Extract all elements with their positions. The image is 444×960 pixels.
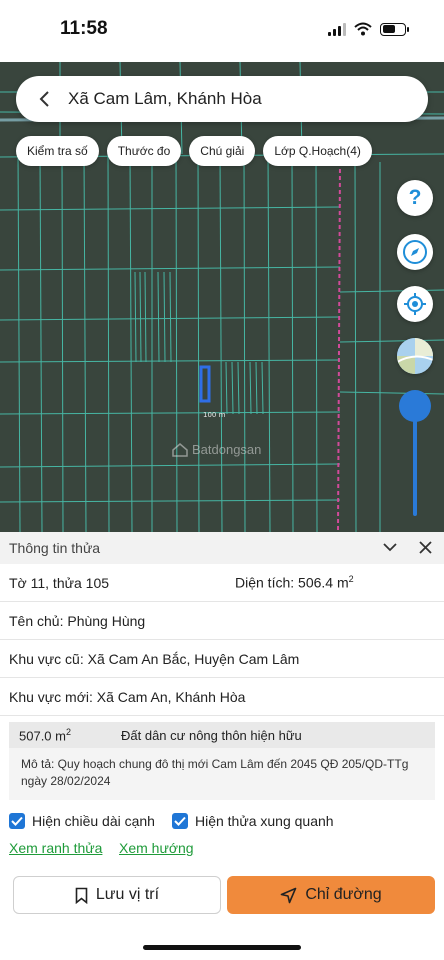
question-icon: ? [408, 186, 422, 209]
status-bar: 11:58 [0, 0, 444, 62]
parcel-map: 100 m [0, 62, 444, 532]
map-view[interactable]: 100 m [0, 62, 444, 532]
chip-legend[interactable]: Chú giải [189, 136, 256, 166]
check-icon [11, 816, 23, 826]
save-location-label: Lưu vị trí [95, 886, 160, 903]
help-button[interactable]: ? [397, 180, 433, 216]
zone-header: 507.0 m2 Đất dân cư nông thôn hiện hữu [9, 722, 435, 748]
sheet-parcel: Tờ 11, thửa 105 [9, 574, 110, 591]
map-watermark: Batdongsan [172, 442, 261, 457]
parcel-area: Diện tích: 506.4 m2 [235, 574, 354, 591]
new-area-row: Khu vực mới: Xã Cam An, Khánh Hòa [0, 678, 444, 716]
chip-ruler[interactable]: Thước đo [106, 136, 182, 166]
battery-icon [380, 22, 409, 36]
owner-name: Tên chủ: Phùng Hùng [9, 612, 146, 629]
zone-description: Mô tả: Quy hoạch chung đô thị mới Cam Lâ… [21, 757, 409, 788]
save-location-button[interactable]: Lưu vị trí [13, 876, 221, 914]
map-tool-chips: Kiểm tra số Thước đo Chú giải Lớp Q.Hoạc… [16, 136, 372, 166]
watermark-text: Batdongsan [192, 442, 262, 457]
wifi-icon [354, 22, 372, 36]
zone-type: Đất dân cư nông thôn hiện hữu [121, 727, 302, 743]
house-icon [172, 442, 188, 457]
location-title: Xã Cam Lâm, Khánh Hòa [68, 89, 262, 108]
compass-button[interactable] [397, 234, 433, 270]
status-time: 11:58 [60, 18, 108, 39]
old-area-row: Khu vực cũ: Xã Cam An Bắc, Huyện Cam Lâm [0, 640, 444, 678]
planning-zone-box: 507.0 m2 Đất dân cư nông thôn hiện hữu M… [9, 722, 435, 800]
panel-title: Thông tin thửa [9, 540, 101, 556]
map-layer-toggle[interactable] [397, 338, 433, 374]
compass-icon [403, 240, 427, 264]
new-area: Khu vực mới: Xã Cam An, Khánh Hòa [9, 688, 246, 705]
locate-me-button[interactable] [397, 286, 433, 322]
show-neighbors-checkbox[interactable] [171, 813, 188, 829]
back-arrow-icon[interactable] [34, 89, 54, 109]
view-boundary-link[interactable]: Xem ranh thửa [9, 840, 102, 856]
home-indicator [143, 945, 301, 950]
check-icon [174, 816, 186, 826]
bookmark-icon [75, 887, 88, 904]
status-icons [328, 22, 409, 36]
panel-header: Thông tin thửa [0, 532, 444, 564]
old-area: Khu vực cũ: Xã Cam An Bắc, Huyện Cam Lâm [9, 650, 300, 667]
owner-row: Tên chủ: Phùng Hùng [0, 602, 444, 640]
directions-button[interactable]: Chỉ đường [227, 876, 435, 914]
show-edge-length-label[interactable]: Hiện chiều dài cạnh [32, 813, 155, 829]
opacity-slider-thumb[interactable] [399, 390, 431, 422]
svg-text:100 m: 100 m [203, 411, 226, 419]
location-search-bar[interactable]: Xã Cam Lâm, Khánh Hòa [16, 76, 428, 122]
chevron-down-icon[interactable] [382, 542, 398, 552]
chip-planning-layers[interactable]: Lớp Q.Hoạch(4) [263, 136, 372, 166]
chip-check-number[interactable]: Kiểm tra số [16, 136, 99, 166]
close-icon[interactable] [419, 541, 432, 554]
show-neighbors-label[interactable]: Hiện thửa xung quanh [195, 813, 334, 829]
show-edge-length-checkbox[interactable] [9, 813, 25, 829]
satellite-layer-icon [397, 338, 433, 374]
parcel-id-row: Tờ 11, thửa 105 Diện tích: 506.4 m2 [0, 564, 444, 602]
view-direction-link[interactable]: Xem hướng [119, 840, 194, 856]
signal-icon [328, 22, 346, 36]
zone-area: 507.0 m2 [19, 726, 71, 744]
checkbox-row: Hiện chiều dài cạnh Hiện thửa xung quanh [9, 813, 334, 829]
directions-label: Chỉ đường [305, 886, 382, 903]
crosshair-icon [404, 293, 426, 315]
navigation-arrow-icon [281, 887, 297, 903]
